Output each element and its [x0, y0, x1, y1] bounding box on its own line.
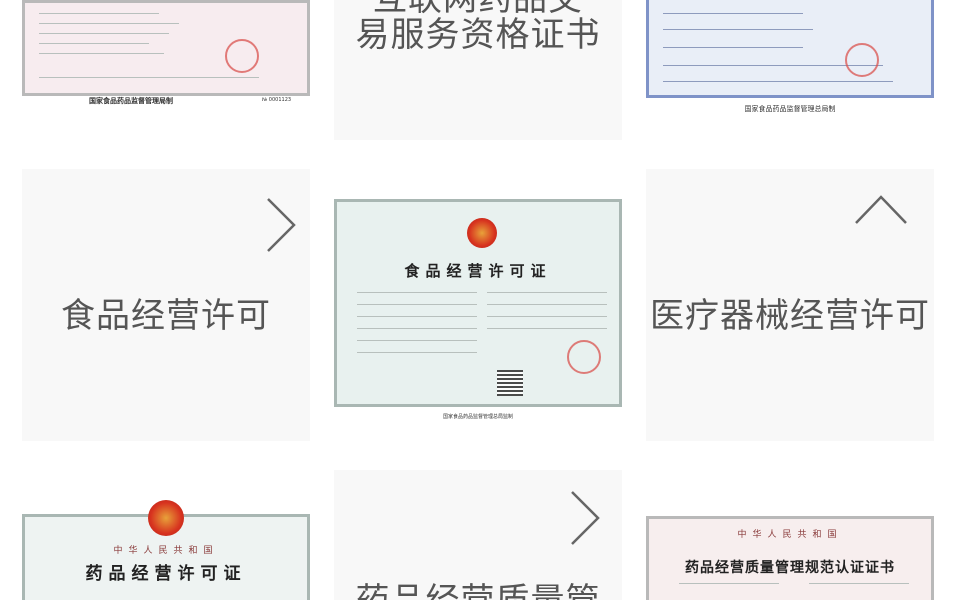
tile-internet-drug-license[interactable]: 互联网药品交 易服务资格证书: [334, 0, 622, 140]
qr-code-icon: [497, 370, 523, 396]
cert-tile-gsp[interactable]: 中华人民共和国 药品经营质量管理规范认证证书: [646, 470, 934, 600]
certificate-footer: 国家食品药品监督管理总局监制: [442, 414, 513, 420]
tile-food-license[interactable]: 食品经营许可: [22, 169, 310, 441]
certificate-number: № 0001123: [262, 97, 292, 103]
cert-tile-top-right[interactable]: 国家食品药品监督管理总局制: [646, 0, 934, 140]
certificate-footer: 国家食品药品监督管理总局制: [744, 105, 836, 113]
certificate-title: 药品经营质量管理规范认证证书: [685, 560, 895, 576]
chevron-right-icon[interactable]: [568, 490, 602, 546]
certificate-top-text: 中华人民共和国: [737, 530, 843, 540]
national-emblem-icon: [467, 218, 497, 248]
seal-icon: [845, 43, 879, 77]
tile-label: 食品经营许可: [61, 296, 271, 336]
tile-medical-device-license[interactable]: 医疗器械经营许可: [646, 169, 934, 441]
national-emblem-icon: [148, 500, 184, 536]
cert-tile-top-left[interactable]: 国家食品药品监督管理局制 № 0001123: [22, 0, 310, 140]
chevron-right-icon[interactable]: [264, 197, 298, 253]
seal-icon: [225, 39, 259, 73]
certificate-image: 中华人民共和国 药品经营质量管理规范认证证书: [646, 516, 934, 600]
certificate-image: 食品经营许可证: [334, 199, 622, 407]
cert-tile-drug[interactable]: 中华人民共和国 药品经营许可证: [22, 470, 310, 600]
chevron-up-icon[interactable]: [854, 193, 908, 225]
seal-icon: [567, 340, 601, 374]
certificate-top-text: 中华人民共和国: [113, 546, 219, 556]
cert-tile-food[interactable]: 食品经营许可证 国家食品药品监督管理总局监制: [334, 169, 622, 441]
tile-label: 药品经营质量管: [334, 580, 622, 600]
certificate-title: 食品经营许可证: [404, 262, 552, 280]
tile-gsp-certificate[interactable]: 药品经营质量管: [334, 470, 622, 600]
certificate-title: 药品经营许可证: [85, 564, 247, 584]
tile-label-line2: 易服务资格证书: [355, 15, 601, 55]
certificate-image: [22, 0, 310, 96]
certificate-image: [646, 0, 934, 98]
tile-label: 医疗器械经营许可: [650, 296, 930, 336]
